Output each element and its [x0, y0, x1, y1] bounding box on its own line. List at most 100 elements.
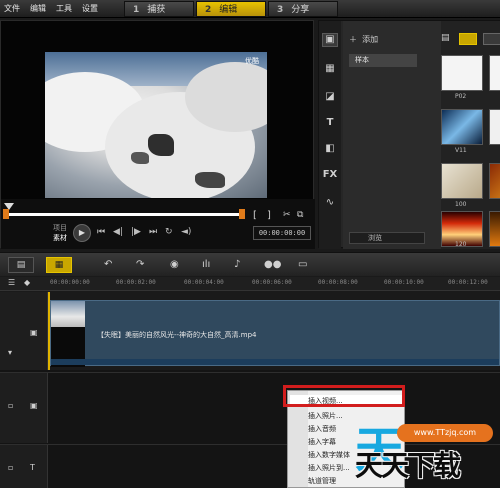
menu-item-insert-subtitle[interactable]: 插入字幕: [308, 437, 336, 447]
ruler-tick: 00:00:02:00: [116, 279, 156, 286]
library-thumbnails: ▤ P02 V11 100 120: [441, 21, 500, 249]
ruler-tick: 00:00:12:00: [448, 279, 488, 286]
menu-file[interactable]: 文件: [4, 3, 20, 14]
storyboard-view-button[interactable]: ▤: [8, 257, 34, 273]
video-track: 【失眠】美丽的自然风光--神奇的大自然_高清.mp4: [48, 292, 500, 370]
auto-music-icon[interactable]: ♪: [234, 259, 240, 270]
rock-peak: [148, 134, 174, 156]
undo-icon[interactable]: ↶: [104, 259, 112, 270]
instant-project-icon[interactable]: ▦: [322, 63, 338, 77]
enlarge-icon[interactable]: ⧉: [297, 210, 303, 220]
tab-capture-label: 捕获: [147, 5, 166, 15]
record-capture-icon[interactable]: ◉: [170, 259, 179, 270]
menu-item-insert-photo[interactable]: 插入照片...: [308, 411, 343, 421]
ruler-tick: 00:00:00:00: [50, 279, 90, 286]
mark-in-button[interactable]: [: [253, 210, 257, 221]
library-folders: ＋ 添加 样本 浏览 «: [343, 21, 459, 249]
thumbnail-item[interactable]: [489, 211, 500, 247]
repeat-icon[interactable]: ↻: [165, 227, 173, 237]
volume-icon[interactable]: ◄): [181, 227, 191, 237]
tab-share-label: 分享: [291, 5, 310, 15]
library-sidebar: ▣ ▦ ◪ T ◧ FX ∿: [319, 21, 341, 249]
view-photo-icon[interactable]: [483, 33, 500, 45]
tab-edit[interactable]: 2 编辑: [196, 1, 266, 17]
motion-tracking-icon[interactable]: ●●: [264, 259, 281, 270]
tab-capture[interactable]: 1 捕获: [124, 1, 194, 17]
tab-share[interactable]: 3 分享: [268, 1, 338, 17]
mode-clip[interactable]: 素材: [53, 233, 67, 243]
chapter-point-icon[interactable]: ◆: [24, 278, 30, 287]
tab-edit-number: 2: [205, 5, 212, 15]
end-icon[interactable]: ⏭: [149, 227, 157, 237]
timeline-ruler[interactable]: ☰ ◆ 00:00:00:00 00:00:02:00 00:00:04:00 …: [0, 277, 500, 291]
subtitle-editor-icon[interactable]: ▭: [298, 259, 307, 270]
thumbnail-item[interactable]: [441, 163, 483, 199]
view-video-icon[interactable]: [459, 33, 477, 45]
trim-end-marker[interactable]: [239, 209, 245, 219]
previous-frame-icon[interactable]: ◀|: [113, 227, 123, 237]
clip-audio-bar: [51, 359, 499, 365]
menu-settings[interactable]: 设置: [82, 3, 98, 14]
mark-out-button[interactable]: ]: [267, 210, 271, 221]
next-frame-icon[interactable]: |▶: [131, 227, 141, 237]
thumbnail-item[interactable]: [441, 109, 483, 145]
title-track-icon[interactable]: T: [30, 463, 35, 472]
plus-icon: ＋: [349, 35, 357, 44]
video-track-icon[interactable]: ▣: [30, 328, 38, 337]
site-watermark: 天 www.TTzjq.com 天天下载: [355, 410, 500, 488]
timecode-display[interactable]: 00:00:00:00: [253, 226, 311, 240]
menu-bar: 文件 编辑 工具 设置 1 捕获 2 编辑 3 分享: [0, 0, 500, 18]
menu-item-insert-digital-media[interactable]: 插入数字媒体: [308, 450, 350, 460]
menu-edit[interactable]: 编辑: [30, 3, 46, 14]
thumbnail-item[interactable]: [489, 163, 500, 199]
add-folder-button[interactable]: ＋ 添加: [349, 34, 378, 45]
sound-mixer-icon[interactable]: ılı: [202, 259, 210, 270]
redo-icon[interactable]: ↷: [136, 259, 144, 270]
track-lock-icon[interactable]: ▾: [8, 348, 12, 357]
trim-start-marker[interactable]: [3, 209, 9, 219]
mode-project[interactable]: 项目: [53, 223, 67, 233]
ruler-tick: 00:00:04:00: [184, 279, 224, 286]
menu-item-insert-audio[interactable]: 插入音频: [308, 424, 336, 434]
folder-item-sample[interactable]: 样本: [349, 54, 417, 67]
video-clip[interactable]: 【失眠】美丽的自然风光--神奇的大自然_高清.mp4: [50, 300, 500, 367]
thumbnail-label: P02: [455, 93, 467, 100]
watermark-logo-text: 天天下载: [355, 449, 461, 482]
home-icon[interactable]: ⏮: [97, 227, 105, 237]
preview-controls: [ ] ✂ ⧉ 项目 素材 ▶ ⏮ ◀| |▶ ⏭ ↻ ◄) 00:00:00:…: [1, 199, 315, 249]
track-visibility-icon[interactable]: ▫: [8, 463, 13, 472]
timeline-view-button[interactable]: ▦: [46, 257, 72, 273]
track-visibility-icon[interactable]: ▫: [8, 401, 13, 410]
track-divider: [0, 372, 500, 373]
title-track-header: ▫ T: [0, 445, 48, 488]
filter-icon[interactable]: FX: [322, 169, 338, 183]
timeline-playhead[interactable]: [48, 292, 50, 370]
video-track-header: ▣ ▾: [0, 292, 48, 370]
menu-item-track-manager[interactable]: 轨道管理: [308, 476, 336, 486]
play-button[interactable]: ▶: [73, 224, 91, 242]
thumbnail-item[interactable]: [489, 55, 500, 91]
transition-icon[interactable]: ◪: [322, 91, 338, 105]
scrub-bar[interactable]: [7, 213, 243, 216]
folder-icon[interactable]: ▤: [441, 33, 450, 43]
overlay-track-icon[interactable]: ▣: [30, 401, 38, 410]
tab-share-number: 3: [277, 5, 284, 15]
split-clip-icon[interactable]: ✂: [283, 210, 291, 220]
track-manager-icon[interactable]: ☰: [8, 278, 15, 287]
tab-edit-label: 编辑: [219, 5, 238, 15]
timeline-toolbar: ▤ ▦ ↶ ↷ ◉ ılı ♪ ●● ▭: [0, 252, 500, 276]
menu-tools[interactable]: 工具: [56, 3, 72, 14]
title-icon[interactable]: T: [322, 117, 338, 131]
path-icon[interactable]: ∿: [322, 197, 338, 211]
video-watermark: 优酷: [245, 57, 259, 65]
browse-button[interactable]: 浏览: [349, 232, 425, 244]
tab-capture-number: 1: [133, 5, 140, 15]
menu-item-insert-photo-to[interactable]: 插入照片到...: [308, 463, 350, 473]
video-preview-frame: 优酷: [45, 52, 267, 198]
thumbnail-item[interactable]: [489, 109, 500, 145]
thumbnail-item[interactable]: [441, 55, 483, 91]
graphic-icon[interactable]: ◧: [322, 143, 338, 157]
media-icon[interactable]: ▣: [322, 33, 338, 47]
highlight-annotation-box: [283, 385, 405, 407]
rock-peak: [131, 152, 149, 164]
